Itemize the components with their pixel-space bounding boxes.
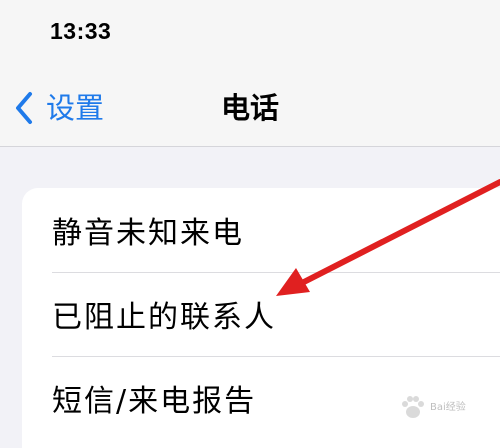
status-time: 13:33 [50,18,112,44]
settings-item-label: 短信/来电报告 [52,384,257,419]
settings-item-blocked-contacts[interactable]: 已阻止的联系人 [22,272,500,356]
settings-item-label: 静音未知来电 [52,216,244,251]
settings-item-label: 已阻止的联系人 [52,300,276,335]
watermark-text: Bai经验 [430,401,466,413]
paw-icon [402,396,424,418]
page-title: 电话 [220,91,279,125]
navigation-bar: 设置 电话 [0,70,500,147]
watermark: Bai经验 [398,391,490,423]
settings-item-silence-unknown-callers[interactable]: 静音未知来电 [22,188,500,272]
status-bar: 13:33 [0,0,500,70]
